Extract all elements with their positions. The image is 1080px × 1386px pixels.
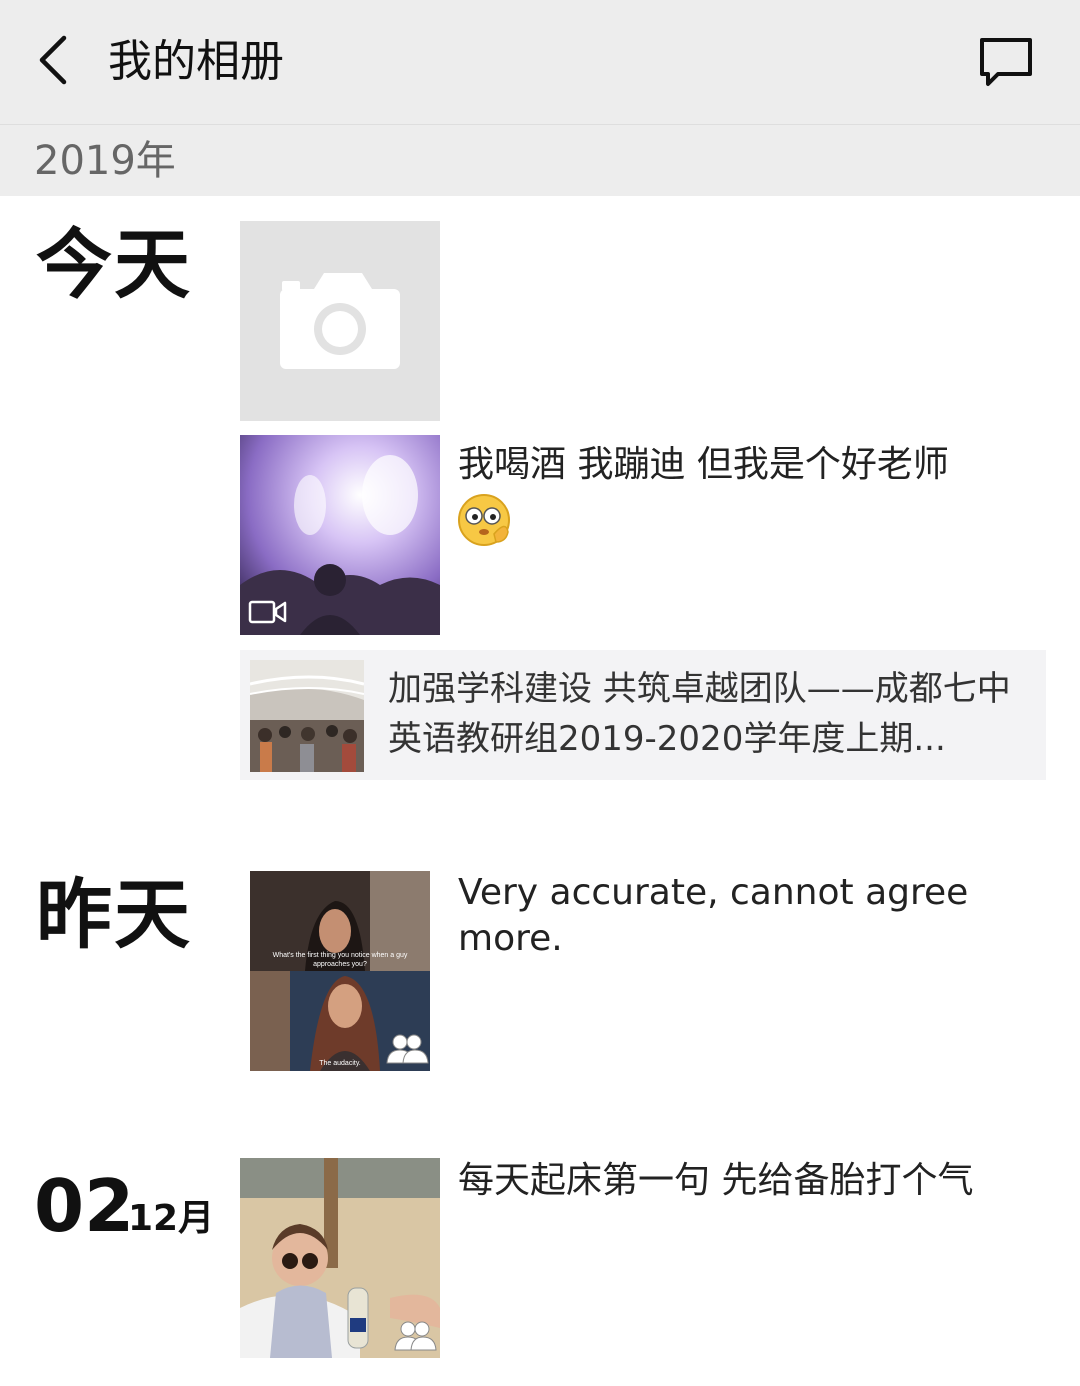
- video-icon: [248, 600, 287, 624]
- link-share-card[interactable]: 加强学科建设 共筑卓越团队——成都七中英语教研组2019-2020学年度上期..…: [240, 650, 1046, 780]
- baby-post-caption: 每天起床第一句 先给备胎打个气: [458, 1160, 974, 1201]
- album-feed[interactable]: 今天 我喝酒 我蹦迪 但我是个好老师 加强学科建设 共筑卓越团队——成都七中英语…: [0, 196, 1080, 1386]
- group-visibility-icon: [386, 1034, 429, 1064]
- year-section-header: 2019年: [0, 125, 1080, 196]
- chat-bubble-icon: [980, 38, 1032, 86]
- video-post-caption: 我喝酒 我蹦迪 但我是个好老师: [458, 444, 949, 485]
- back-button[interactable]: [28, 28, 84, 92]
- shy-emoji-icon: [456, 490, 514, 548]
- date-month: 12月: [128, 1198, 215, 1239]
- top-bar: 我的相册: [0, 0, 1080, 125]
- page-title: 我的相册: [108, 36, 284, 87]
- meme-post-caption: Very accurate, cannot agree more.: [458, 872, 969, 959]
- camera-icon: [280, 273, 400, 369]
- group-visibility-icon: [394, 1321, 437, 1351]
- video-thumbnail[interactable]: [240, 435, 440, 635]
- day-label-today: 今天: [36, 220, 192, 309]
- meme-caption-top: What's the first thing you notice when a…: [272, 952, 408, 968]
- link-thumbnail: [250, 660, 364, 772]
- messages-button[interactable]: [976, 32, 1036, 92]
- chevron-left-icon: [39, 35, 67, 85]
- baby-photo-thumbnail[interactable]: [240, 1158, 440, 1358]
- day-label-yesterday: 昨天: [36, 870, 192, 959]
- date-day: 02: [34, 1164, 135, 1248]
- year-label: 2019年: [34, 138, 176, 184]
- meme-image-thumbnail[interactable]: What's the first thing you notice when a…: [250, 871, 430, 1071]
- add-photo-tile[interactable]: [240, 221, 440, 421]
- link-title: 加强学科建设 共筑卓越团队——成都七中英语教研组2019-2020学年度上期..…: [388, 669, 1011, 759]
